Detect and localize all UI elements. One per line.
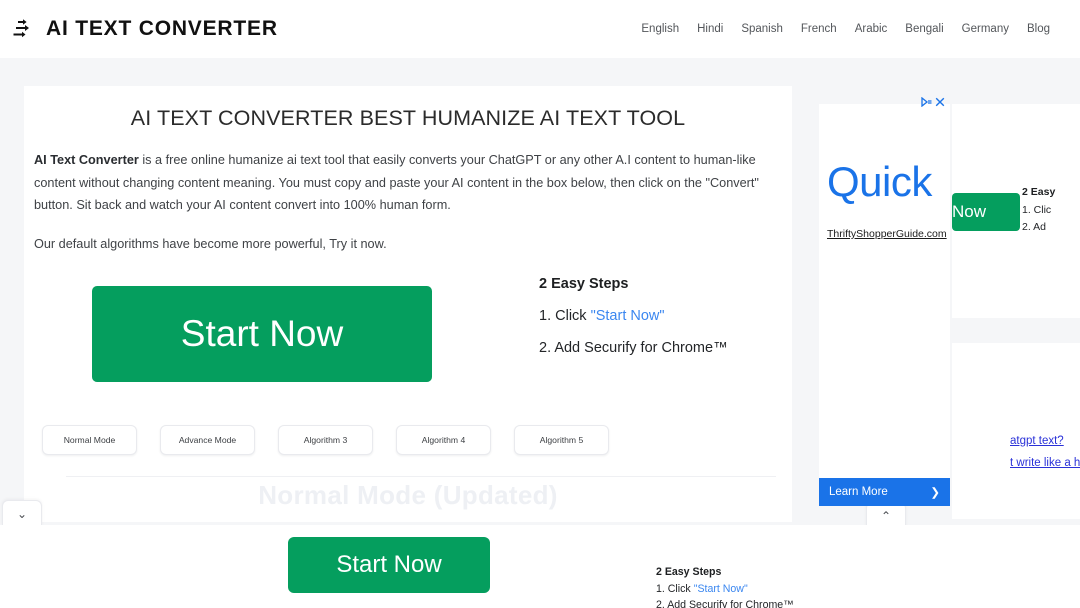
nav-item-germany[interactable]: Germany xyxy=(962,23,1009,35)
rail-start-now-button[interactable]: Now xyxy=(952,193,1020,231)
mode-button-advance[interactable]: Advance Mode xyxy=(160,425,255,455)
rail-link-1[interactable]: atgpt text? xyxy=(1010,435,1080,447)
easy-step-1-prefix: 1. Click xyxy=(539,308,591,325)
sticky-bottom-inner: Start Now 2 Easy Steps 1. Click "Start N… xyxy=(0,525,1080,608)
cta-row: Start Now 2 Easy Steps 1. Click "Start N… xyxy=(24,276,792,396)
chevron-up-icon: ⌃ xyxy=(880,508,892,523)
sticky-bottom-bar: Start Now 2 Easy Steps 1. Click "Start N… xyxy=(0,525,1080,608)
sticky-easy-step-1-prefix: 1. Click xyxy=(656,583,694,595)
intro-brand-emphasis: AI Text Converter xyxy=(34,153,139,167)
easy-step-1: 1. Click "Start Now" xyxy=(539,308,789,324)
rail-easy-step-2: 2. Ad xyxy=(1022,221,1046,233)
close-icon[interactable] xyxy=(935,97,945,107)
brand[interactable]: AI TEXT CONVERTER xyxy=(12,17,278,41)
rail-related-links: atgpt text? t write like a human in xyxy=(1010,435,1080,479)
intro-paragraph: AI Text Converter is a free online human… xyxy=(34,149,782,217)
rail-easy-steps-title: 2 Easy xyxy=(1022,186,1056,198)
nav-item-french[interactable]: French xyxy=(801,23,837,35)
ad-choices-controls xyxy=(921,97,945,107)
rail-easy-steps-block: 2 Easy 1. Clic 2. Ad xyxy=(1022,186,1080,238)
intro-paragraph-rest: is a free online humanize ai text tool t… xyxy=(34,153,759,213)
sticky-easy-step-2: 2. Add Securify for Chrome™ xyxy=(656,599,794,608)
adchoices-triangle-icon[interactable] xyxy=(921,97,932,107)
nav-item-english[interactable]: English xyxy=(641,23,679,35)
primary-nav: English Hindi Spanish French Arabic Beng… xyxy=(641,23,1050,35)
main-content-card: AI TEXT CONVERTER BEST HUMANIZE AI TEXT … xyxy=(24,86,792,522)
advertisement-unit[interactable]: ThriftyShopperGuide Quick ThriftyShopper… xyxy=(819,104,950,506)
page-title: AI TEXT CONVERTER BEST HUMANIZE AI TEXT … xyxy=(130,106,686,130)
right-rail-panel-bottom xyxy=(952,343,1080,519)
chevron-down-icon: ⌄ xyxy=(16,506,28,521)
nav-item-arabic[interactable]: Arabic xyxy=(855,23,888,35)
start-now-button[interactable]: Start Now xyxy=(92,286,432,383)
mode-button-algorithm-3[interactable]: Algorithm 3 xyxy=(278,425,373,455)
intro-paragraph-secondary: Our default algorithms have become more … xyxy=(34,236,387,251)
easy-steps-block: 2 Easy Steps 1. Click "Start Now" 2. Add… xyxy=(539,276,789,372)
easy-step-1-link[interactable]: "Start Now" xyxy=(591,308,665,324)
mode-button-algorithm-5[interactable]: Algorithm 5 xyxy=(514,425,609,455)
algorithm-mode-tabs: Normal Mode Advance Mode Algorithm 3 Alg… xyxy=(42,425,782,455)
ad-headline: Quick xyxy=(827,158,932,205)
sticky-easy-step-1: 1. Click "Start Now" xyxy=(656,583,956,595)
easy-step-2: 2. Add Securify for Chrome™ xyxy=(539,340,728,357)
nav-item-spanish[interactable]: Spanish xyxy=(741,23,783,35)
ad-advertiser-domain: ThriftyShopperGuide.com xyxy=(827,228,947,240)
sticky-easy-step-1-link[interactable]: "Start Now" xyxy=(694,583,748,595)
mode-button-algorithm-4[interactable]: Algorithm 4 xyxy=(396,425,491,455)
sticky-easy-steps-title: 2 Easy Steps xyxy=(656,566,722,578)
scroll-down-chevron-tab[interactable]: ⌄ xyxy=(2,500,42,526)
rail-link-2[interactable]: t write like a human in xyxy=(1010,457,1080,469)
rail-easy-step-1: 1. Clic xyxy=(1022,204,1052,216)
site-header: AI TEXT CONVERTER English Hindi Spanish … xyxy=(0,0,1080,58)
section-divider xyxy=(66,476,776,477)
ad-learn-more-label: Learn More xyxy=(829,486,888,498)
sticky-start-now-button[interactable]: Start Now xyxy=(288,537,490,593)
page-root: AI TEXT CONVERTER English Hindi Spanish … xyxy=(0,0,1080,608)
sticky-easy-steps-block: 2 Easy Steps 1. Click "Start Now" 2. Add… xyxy=(656,566,956,608)
converter-logo-icon xyxy=(12,18,40,40)
nav-item-blog[interactable]: Blog xyxy=(1027,23,1050,35)
chevron-right-icon: ❯ xyxy=(930,487,940,499)
nav-item-hindi[interactable]: Hindi xyxy=(697,23,723,35)
ad-learn-more-button[interactable]: Learn More ❯ xyxy=(819,478,950,506)
ad-background-watermark: ThriftyShopperGuide xyxy=(819,104,950,456)
section-heading-watermark: Normal Mode (Updated) xyxy=(258,480,558,510)
nav-item-bengali[interactable]: Bengali xyxy=(905,23,943,35)
mode-button-normal[interactable]: Normal Mode xyxy=(42,425,137,455)
brand-text: AI TEXT CONVERTER xyxy=(46,17,278,40)
easy-steps-title: 2 Easy Steps xyxy=(539,276,629,293)
